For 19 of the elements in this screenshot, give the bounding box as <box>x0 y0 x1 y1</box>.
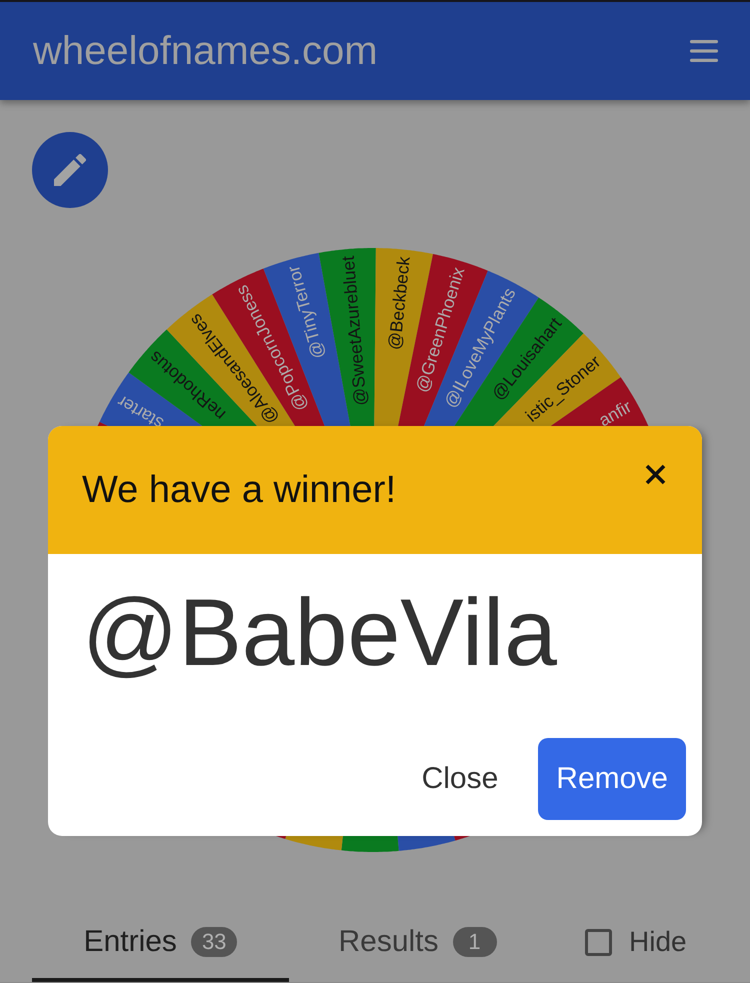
close-icon <box>645 464 666 484</box>
tab[interactable]: Results 1 <box>289 906 546 982</box>
menu-button[interactable] <box>690 40 718 62</box>
close-button[interactable] <box>645 464 666 484</box>
wheel-label: @Beckbeck <box>384 256 414 351</box>
menu-icon <box>690 40 718 62</box>
dialog-title: We have a winner! <box>82 468 396 512</box>
checkbox-label: Hide <box>629 926 687 958</box>
count-badge: 1 <box>452 927 497 957</box>
count-badge: 33 <box>190 927 238 957</box>
pencil-icon <box>54 154 86 186</box>
wheel-label: @SweetAzurebluet <box>338 255 371 406</box>
wheel-label: anfir <box>595 396 635 430</box>
text-button[interactable]: Close <box>404 738 516 820</box>
tab[interactable]: Entries 33 <box>32 906 289 982</box>
checkbox[interactable] <box>585 928 612 956</box>
primary-button[interactable]: Remove <box>538 738 686 820</box>
site-title: wheelofnames.com <box>33 31 378 71</box>
winner-name: @BabeVila <box>82 580 557 686</box>
